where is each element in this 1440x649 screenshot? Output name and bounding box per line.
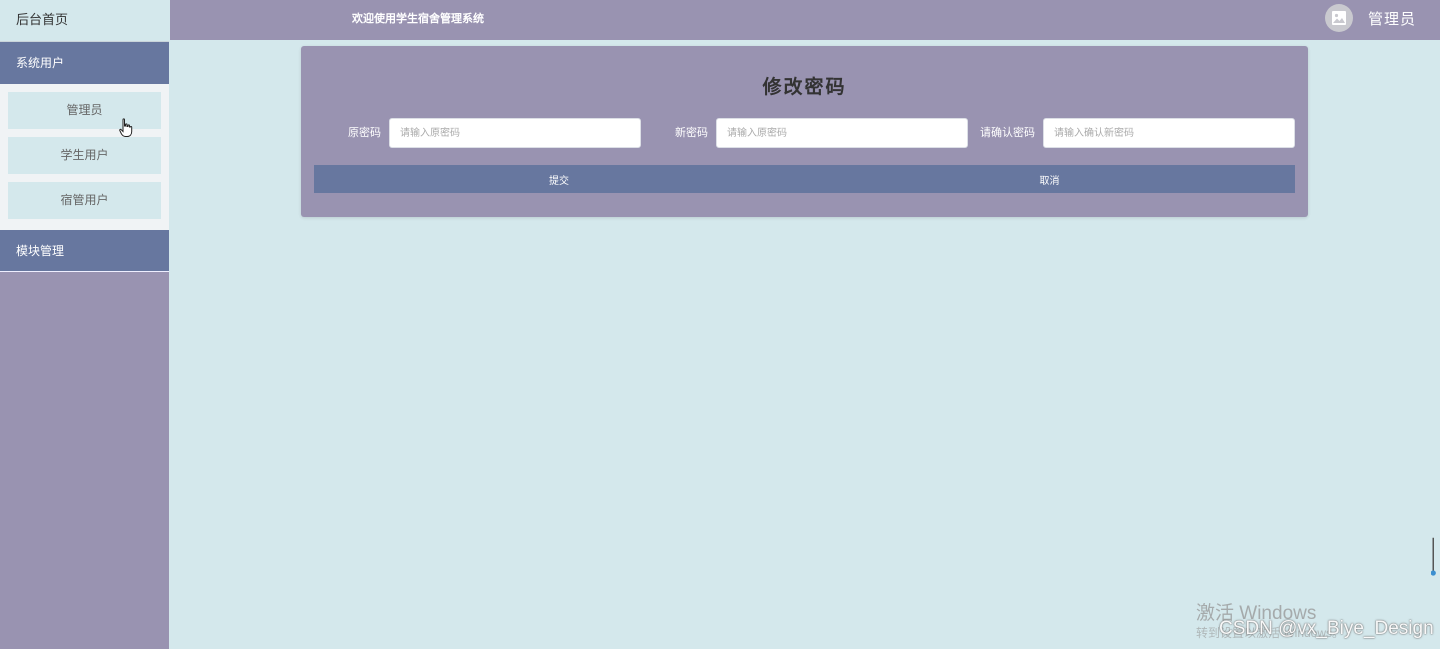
form-title: 修改密码 [762, 76, 847, 98]
sidebar-group-module-management[interactable]: 模块管理 [0, 230, 169, 272]
csdn-watermark: CSDN @vx_Biye_Design [1219, 618, 1434, 639]
confirm-password-label: 请确认密码 [980, 126, 1035, 139]
sidebar-home-link[interactable]: 后台首页 [0, 0, 169, 42]
header-title: 欢迎使用学生宿舍管理系统 [352, 12, 484, 25]
old-password-input[interactable] [389, 118, 641, 148]
confirm-password-input[interactable] [1043, 118, 1295, 148]
sidebar-item-admin[interactable]: 管理员 [8, 92, 161, 129]
new-password-label: 新密码 [675, 126, 708, 139]
old-password-label: 原密码 [348, 126, 381, 139]
header-username[interactable]: 管理员 [1368, 0, 1416, 38]
submit-button[interactable]: 提交 [314, 165, 804, 193]
image-icon [1332, 11, 1346, 25]
sidebar-item-dorm-manager-users[interactable]: 宿管用户 [8, 182, 161, 219]
change-password-card: 修改密码 原密码 新密码 请确认密码 提交 取消 [301, 46, 1308, 217]
top-header: 欢迎使用学生宿舍管理系统 管理员 [170, 0, 1440, 40]
cancel-button[interactable]: 取消 [804, 165, 1295, 193]
page-scrollbar[interactable] [1431, 532, 1437, 584]
new-password-input[interactable] [716, 118, 968, 148]
sidebar-item-student-users[interactable]: 学生用户 [8, 137, 161, 174]
hand-cursor-icon [119, 118, 133, 137]
sidebar-submenu: 管理员 学生用户 宿管用户 [0, 84, 169, 230]
avatar[interactable] [1325, 4, 1353, 32]
sidebar-group-system-users[interactable]: 系统用户 [0, 42, 169, 84]
sidebar: 后台首页 系统用户 管理员 学生用户 宿管用户 模块管理 [0, 0, 169, 649]
